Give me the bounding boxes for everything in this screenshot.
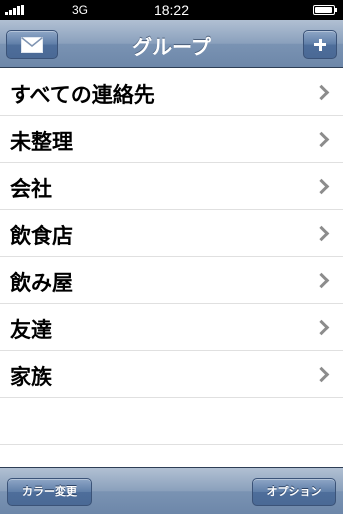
bottom-toolbar: カラー変更 オプション <box>0 467 343 514</box>
group-row-company[interactable]: 会社 <box>0 163 343 210</box>
plus-icon <box>304 31 336 58</box>
group-label: 会社 <box>10 177 52 201</box>
group-row-bars[interactable]: 飲み屋 <box>0 257 343 304</box>
chevron-right-icon <box>313 225 330 242</box>
chevron-right-icon <box>313 272 330 289</box>
chevron-right-icon <box>313 319 330 336</box>
navigation-bar: グループ <box>0 20 343 68</box>
empty-row <box>0 398 343 445</box>
group-list: すべての連絡先 未整理 会社 飲食店 飲み屋 友達 家族 <box>0 69 343 445</box>
group-row-friends[interactable]: 友達 <box>0 304 343 351</box>
options-button[interactable]: オプション <box>252 478 336 506</box>
page-title: グループ <box>132 35 211 59</box>
group-row-family[interactable]: 家族 <box>0 351 343 398</box>
battery-icon <box>313 5 337 15</box>
chevron-right-icon <box>313 178 330 195</box>
status-bar: 3G 18:22 <box>0 0 343 20</box>
group-row-all-contacts[interactable]: すべての連絡先 <box>0 69 343 116</box>
group-row-restaurants[interactable]: 飲食店 <box>0 210 343 257</box>
group-label: 未整理 <box>10 130 73 154</box>
chevron-right-icon <box>313 84 330 101</box>
chevron-right-icon <box>313 131 330 148</box>
status-time: 18:22 <box>153 2 190 18</box>
group-label: 飲み屋 <box>10 271 73 295</box>
add-group-button[interactable] <box>303 30 337 59</box>
color-change-button[interactable]: カラー変更 <box>7 478 92 506</box>
group-row-unsorted[interactable]: 未整理 <box>0 116 343 163</box>
group-label: 飲食店 <box>10 224 73 248</box>
group-label: 友達 <box>10 318 52 342</box>
chevron-right-icon <box>313 366 330 383</box>
group-label: 家族 <box>10 365 52 389</box>
group-label: すべての連絡先 <box>10 83 155 107</box>
